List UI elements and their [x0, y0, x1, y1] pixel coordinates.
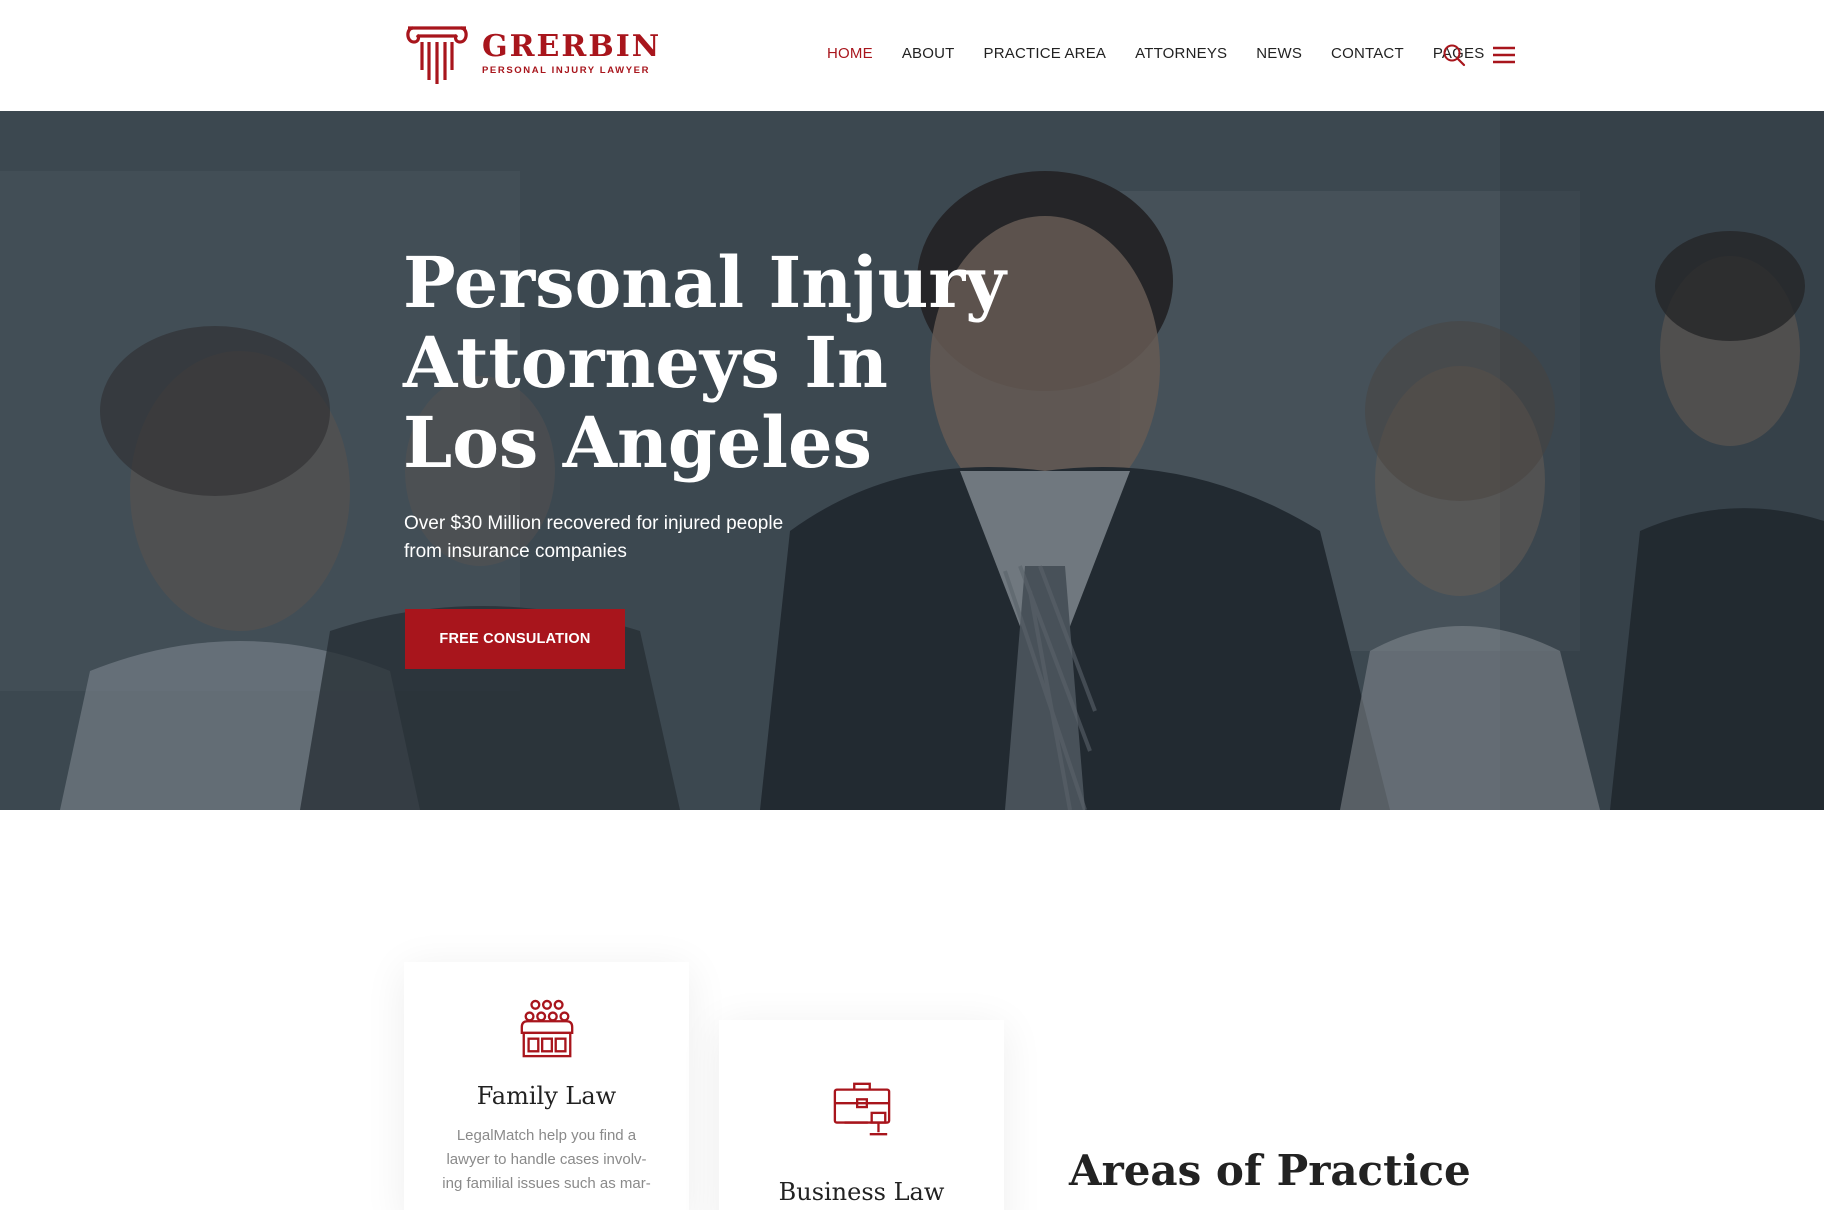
card-desc-line-1: LegalMatch help you find a [456, 1127, 637, 1144]
hero-title-line-2: Attorneys In [403, 321, 888, 404]
card-title: Business Law [778, 1178, 945, 1206]
hero-title-line-3: Los Angeles [403, 401, 872, 484]
brand-name: GRERBIN [482, 29, 662, 64]
nav-item-news[interactable]: NEWS [1256, 45, 1302, 62]
nav-item-about[interactable]: ABOUT [902, 45, 955, 62]
nav-item-attorneys[interactable]: ATTORNEYS [1135, 45, 1227, 62]
nav-item-home[interactable]: HOME [827, 45, 873, 62]
nav-item-practice-area[interactable]: PRACTICE AREA [984, 45, 1107, 62]
hero-title: Personal Injury Attorneys In Los Angeles [403, 243, 1043, 483]
hero-title-line-1: Personal Injury [403, 241, 1006, 324]
hero-subtitle: Over $30 Million recovered for injured p… [404, 510, 864, 566]
main-nav: HOME ABOUT PRACTICE AREA ATTORNEYS NEWS … [827, 45, 1513, 62]
card-desc-line-3: ing familial issues such as mar- [442, 1175, 651, 1192]
free-consultation-button[interactable]: FREE CONSULATION [405, 609, 625, 669]
briefcase-gavel-icon [833, 1082, 890, 1136]
hamburger-menu-icon[interactable] [1492, 46, 1516, 64]
card-desc-line-2: lawyer to handle cases involv- [446, 1151, 647, 1168]
hero-subtitle-line-2: from insurance companies [404, 541, 627, 562]
search-icon[interactable] [1442, 43, 1466, 67]
hero-subtitle-line-1: Over $30 Million recovered for injured p… [404, 513, 784, 534]
areas-of-practice-heading: Areas of Practice [1069, 1146, 1471, 1195]
card-description: LegalMatch help you find a lawyer to han… [432, 1124, 662, 1196]
nav-item-contact[interactable]: CONTACT [1331, 45, 1404, 62]
practice-card-family-law[interactable]: Family Law LegalMatch help you find a la… [404, 962, 689, 1210]
hero-banner: Personal Injury Attorneys In Los Angeles… [0, 111, 1824, 810]
jury-box-icon [520, 999, 573, 1058]
column-logo-icon [406, 26, 468, 84]
brand-logo[interactable]: GRERBIN PERSONAL INJURY LAWYER [404, 22, 661, 86]
card-title: Family Law [476, 1082, 617, 1110]
brand-tagline: PERSONAL INJURY LAWYER [482, 65, 651, 76]
site-header: GRERBIN PERSONAL INJURY LAWYER HOME ABOU… [0, 0, 1824, 111]
practice-card-business-law[interactable]: Business Law [719, 1020, 1004, 1210]
